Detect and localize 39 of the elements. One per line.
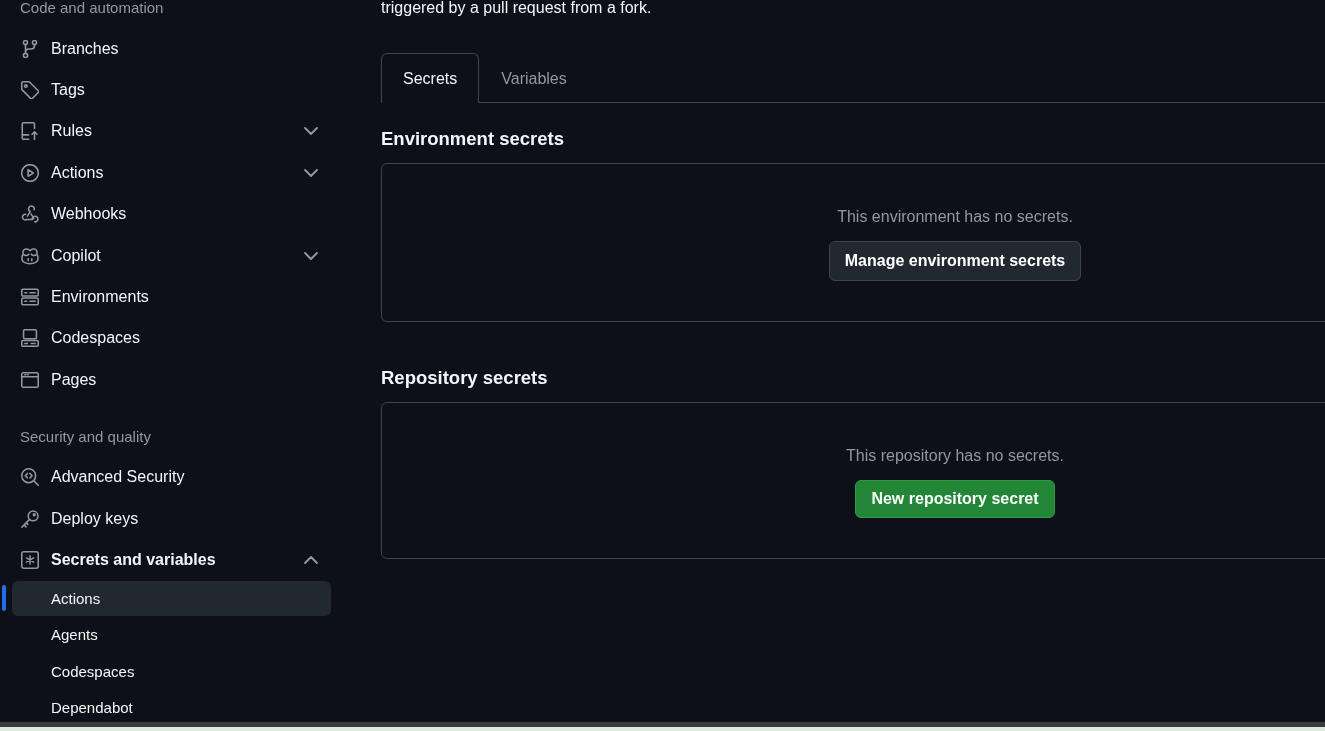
robot-face-icon <box>21 246 39 265</box>
sidebar-item[interactable]: Advanced Security <box>0 456 331 498</box>
sidebar-subitem[interactable]: Dependabot <box>12 690 331 722</box>
asterisk-icon <box>21 551 39 569</box>
sidebar-item[interactable]: Rules <box>0 110 331 153</box>
description-text: triggered by a pull request from a fork. <box>381 0 653 18</box>
section-heading: Repository secrets <box>381 366 549 390</box>
sidebar-item[interactable]: Webhooks <box>0 193 331 235</box>
webhook-icon <box>21 205 39 224</box>
manage-secrets-button[interactable]: Manage environment secrets <box>828 241 1082 281</box>
sidebar-item[interactable]: Tags <box>0 69 331 111</box>
empty-state-message: This repository has no secrets. <box>846 446 1064 466</box>
browser-window-icon <box>21 370 39 389</box>
section-heading: Environment secrets <box>381 127 565 151</box>
computer-icon <box>21 329 39 348</box>
tag-icon <box>21 81 39 100</box>
code-search-icon <box>21 468 39 487</box>
sidebar-item[interactable]: Deploy keys <box>0 497 331 540</box>
sidebar-item[interactable]: Environments <box>0 276 331 318</box>
sidebar-subitem[interactable]: Actions <box>12 580 331 616</box>
tab[interactable]: Secrets <box>381 53 480 103</box>
server-icon <box>21 288 39 307</box>
sidebar-item[interactable]: Codespaces <box>0 317 331 360</box>
tab[interactable]: Variables <box>479 53 589 103</box>
sidebar-item[interactable]: Pages <box>0 359 331 401</box>
sidebar-item[interactable]: Copilot <box>0 234 331 277</box>
key-icon <box>21 509 39 528</box>
sidebar-subitem[interactable]: Agents <box>12 617 331 653</box>
active-marker-icon <box>2 585 6 612</box>
sidebar-subitem[interactable]: Codespaces <box>12 653 331 689</box>
sidebar-item[interactable]: Actions <box>0 152 331 194</box>
sidebar-item[interactable]: Secrets and variables <box>0 539 331 581</box>
new-secret-button[interactable]: New repository secret <box>855 480 1055 518</box>
sidebar-heading: Code and automation <box>19 0 165 16</box>
document-arrow-icon <box>21 122 39 141</box>
sidebar-heading: Security and quality <box>19 428 152 445</box>
empty-state-message: This environment has no secrets. <box>837 207 1073 227</box>
sidebar-item[interactable]: Branches <box>0 28 331 70</box>
branch-icon <box>21 39 39 58</box>
